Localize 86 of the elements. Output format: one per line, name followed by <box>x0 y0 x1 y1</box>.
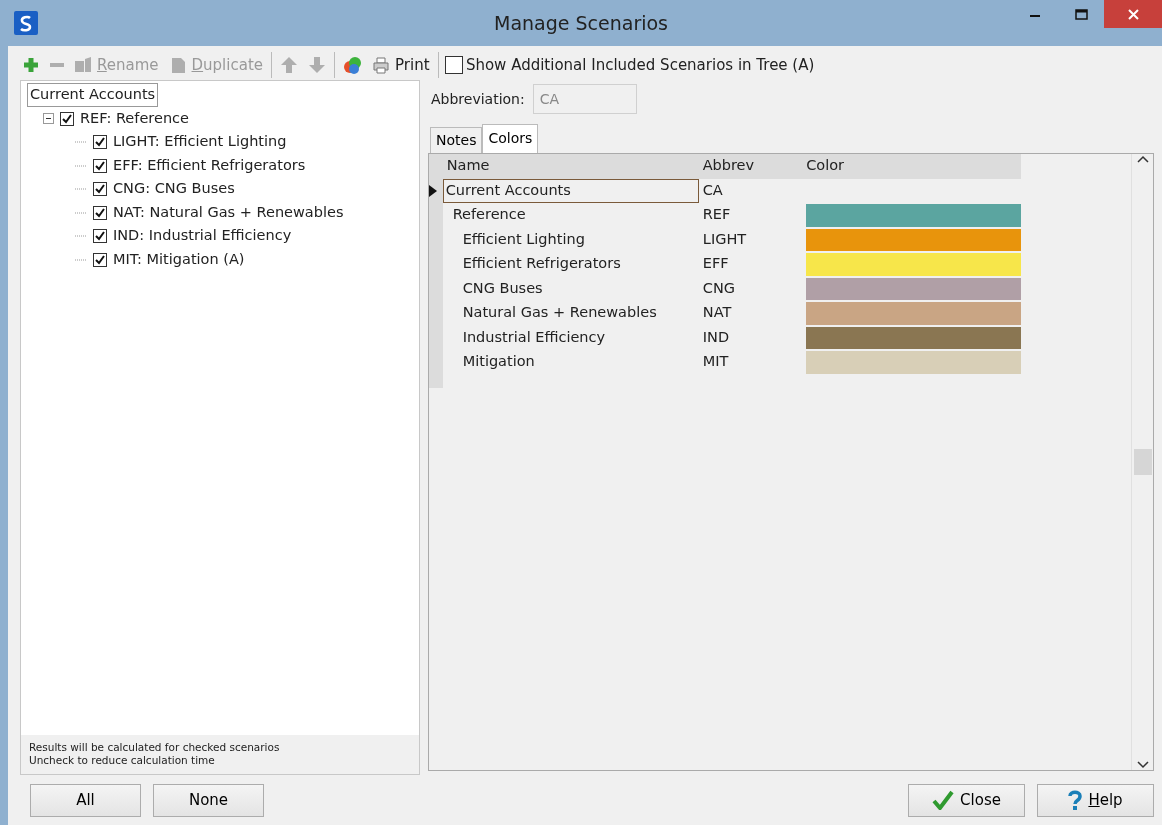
grid-cell[interactable]: Industrial Efficiency <box>442 326 699 349</box>
grid-cell[interactable]: Mitigation <box>442 351 699 374</box>
grid-cell[interactable]: Efficient Lighting <box>442 228 699 251</box>
grid-cell[interactable]: Natural Gas + Renewables <box>442 302 699 325</box>
grid-cell-text: EFF <box>701 254 730 274</box>
tree-checkbox[interactable] <box>60 111 74 126</box>
color-circles-icon <box>343 55 362 75</box>
tree-item-label[interactable]: REF: Reference <box>80 107 189 130</box>
color-swatch[interactable] <box>806 326 1021 349</box>
tree-item-label[interactable]: NAT: Natural Gas + Renewables <box>113 201 344 224</box>
print-button[interactable]: Print <box>370 53 432 77</box>
close-button[interactable]: Close <box>908 783 1025 817</box>
color-swatch[interactable] <box>806 277 1021 300</box>
question-mark-icon <box>1068 790 1083 810</box>
checkmark-icon <box>95 137 105 147</box>
rename-icon <box>74 56 92 74</box>
window-title: Manage Scenarios <box>494 10 668 36</box>
tree-checkbox[interactable] <box>93 135 107 149</box>
scrollbar-thumb[interactable] <box>1133 449 1152 475</box>
tree-connector-line <box>75 235 87 237</box>
hint-text: Uncheck to reduce calculation time <box>29 754 216 768</box>
show-included-checkbox[interactable] <box>444 56 463 74</box>
grid-cell[interactable]: Current Accounts <box>442 178 699 203</box>
tree-item-label[interactable]: LIGHT: Efficient Lighting <box>113 131 287 153</box>
tree-checkbox[interactable] <box>93 182 107 196</box>
down-arrow-icon <box>308 56 326 74</box>
checkmark-icon <box>95 254 105 265</box>
app-logo-icon <box>14 11 38 35</box>
color-swatch[interactable] <box>806 228 1021 251</box>
grid-cell-text: REF <box>701 205 732 225</box>
grid-cell-text: CNG <box>701 278 737 298</box>
select-button[interactable]: All <box>30 783 141 817</box>
tree-checkbox[interactable] <box>93 252 107 267</box>
grid-cell-text: MIT <box>701 352 730 372</box>
add-icon <box>22 56 40 74</box>
tree-connector-line <box>75 211 87 214</box>
tree-item-label[interactable]: CNG: CNG Buses <box>113 178 235 200</box>
tree-root-item[interactable]: Current Accounts <box>27 83 159 107</box>
tree-connector-line <box>75 164 87 167</box>
checkmark-icon <box>62 113 72 124</box>
tree-checkbox[interactable] <box>93 205 107 220</box>
grid-cell[interactable]: CNG Buses <box>442 277 699 300</box>
scroll-up-icon[interactable] <box>1136 154 1149 164</box>
checkmark-icon <box>95 184 105 194</box>
maximize-icon <box>1074 8 1088 20</box>
close-window-button[interactable] <box>1104 0 1162 28</box>
up-arrow-icon <box>280 56 298 74</box>
grid-cell-text: CA <box>701 180 724 200</box>
tree-item-label[interactable]: EFF: Efficient Refrigerators <box>113 154 306 177</box>
checkmark-icon <box>95 207 105 218</box>
show-included-label: Show Additional Included Scenarios in Tree (A) <box>465 54 815 76</box>
tree-connector-line <box>75 258 87 261</box>
abbreviation-label: Abbreviation: <box>431 89 525 109</box>
tab[interactable]: Colors <box>482 124 539 153</box>
grid-cell-text: IND <box>701 327 731 347</box>
color-swatch[interactable] <box>806 204 1021 227</box>
tree-item-label[interactable]: MIT: Mitigation (A) <box>113 248 245 271</box>
tree-connector-line <box>75 188 87 190</box>
select-button[interactable]: None <box>153 783 264 817</box>
color-swatch[interactable] <box>806 351 1021 374</box>
tree-item-label[interactable]: IND: Industrial Efficiency <box>113 225 292 247</box>
grid-cell[interactable]: Efficient Refrigerators <box>442 253 699 276</box>
checkmark-icon <box>95 160 105 171</box>
printer-icon <box>372 56 390 74</box>
scroll-down-icon[interactable] <box>1136 760 1149 770</box>
tree-checkbox[interactable] <box>93 158 107 173</box>
help-button[interactable]: Help <box>1037 783 1154 817</box>
checkmark-icon <box>932 790 955 810</box>
tree-checkbox[interactable] <box>93 229 107 243</box>
colors-button[interactable] <box>341 55 364 75</box>
tab[interactable]: Notes <box>430 127 483 153</box>
column-header[interactable]: Abbrev <box>698 155 807 178</box>
tree-connector-line <box>75 141 87 143</box>
grid-cell-text: LIGHT <box>701 229 748 249</box>
current-row-icon <box>429 184 437 197</box>
grid-cell-text: NAT <box>701 303 733 323</box>
column-header[interactable]: Name <box>442 155 699 178</box>
remove-icon <box>50 63 64 67</box>
color-swatch[interactable] <box>806 302 1021 325</box>
checkmark-icon <box>95 231 105 241</box>
hint-text: Results will be calculated for checked scenarios <box>29 740 281 755</box>
column-header[interactable]: Color <box>806 154 1021 179</box>
grid-cell[interactable]: Reference <box>442 204 699 227</box>
collapse-icon[interactable] <box>43 113 54 124</box>
color-swatch[interactable] <box>806 253 1021 276</box>
close-icon <box>1127 8 1139 20</box>
